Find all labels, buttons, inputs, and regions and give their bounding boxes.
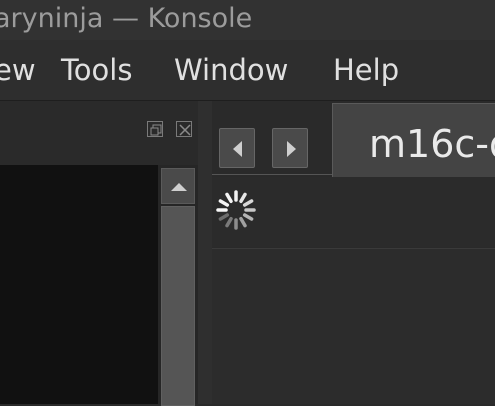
menu-window[interactable]: Window <box>174 52 288 88</box>
chevron-left-icon[interactable] <box>219 128 255 168</box>
menu-tools[interactable]: Tools <box>61 52 132 88</box>
window-title: aryninja — Konsole <box>0 3 253 34</box>
menu-bar: ew Tools Window Help <box>0 40 495 100</box>
tab-m16c[interactable]: m16c-d <box>332 103 495 177</box>
chevron-right-icon[interactable] <box>272 128 308 168</box>
tab-label: m16c-d <box>369 122 495 166</box>
float-icon[interactable] <box>147 121 163 137</box>
menu-help[interactable]: Help <box>333 52 399 88</box>
chevron-up-icon[interactable] <box>161 168 195 204</box>
spinner-icon <box>212 186 260 238</box>
scroll-thumb[interactable] <box>161 206 195 406</box>
content-area[interactable] <box>212 248 495 404</box>
window-titlebar[interactable]: aryninja — Konsole <box>0 0 495 40</box>
menu-view[interactable]: ew <box>0 52 36 88</box>
tab-strip-border <box>212 174 332 175</box>
dock-splitter[interactable] <box>198 101 212 404</box>
dock-content[interactable] <box>0 165 158 404</box>
close-icon[interactable] <box>176 121 192 137</box>
